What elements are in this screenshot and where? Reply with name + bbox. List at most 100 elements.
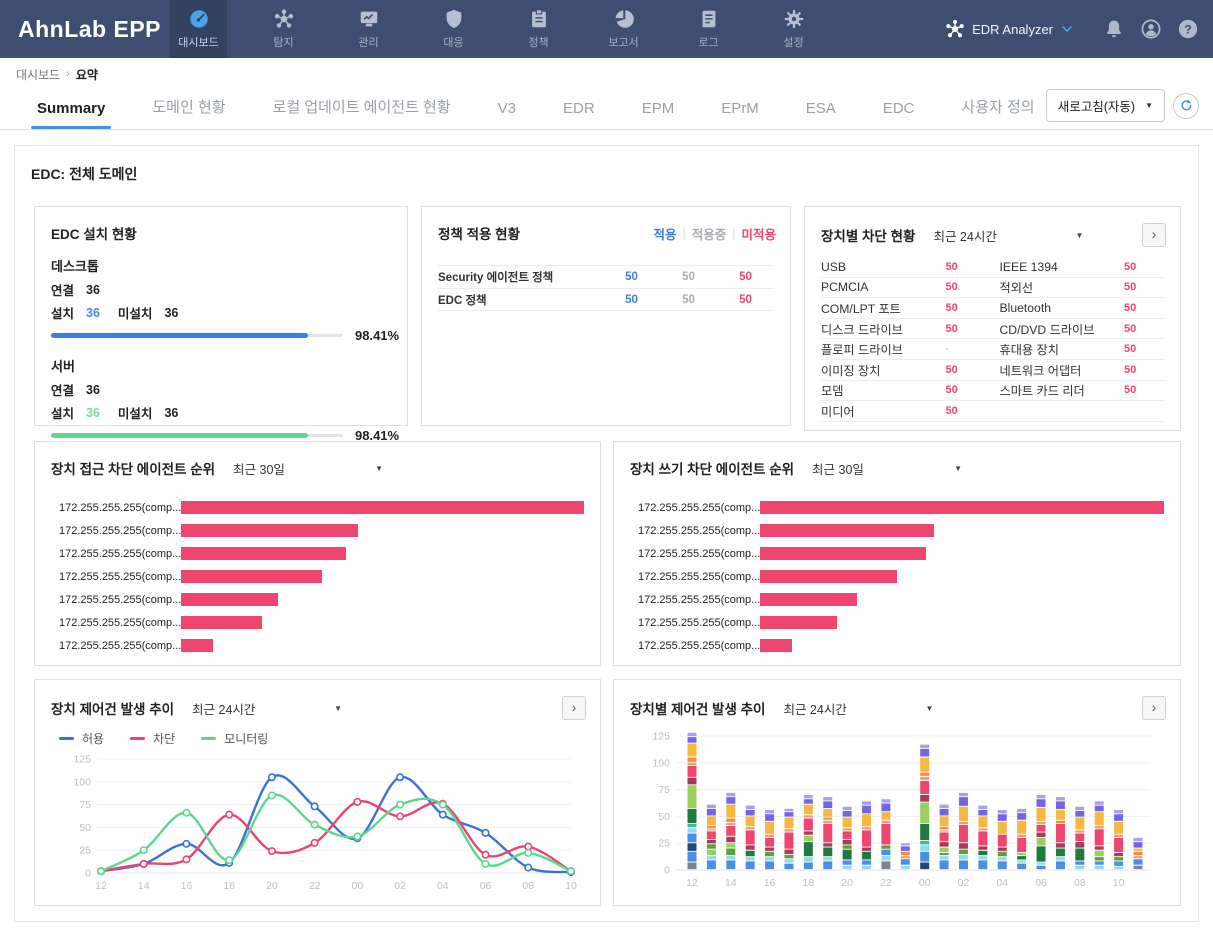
tab-edc[interactable]: EDC [883,100,915,129]
refresh-mode-dropdown[interactable]: 새로고침(자동) ▼ [1046,89,1165,122]
legend-item-허용[interactable]: 허용 [59,730,104,747]
svg-text:14: 14 [138,880,150,892]
tab-esa[interactable]: ESA [806,100,836,129]
caret-down-icon: ▼ [954,464,962,473]
rank-bar[interactable] [760,639,792,652]
policy-legend-0[interactable]: 적용 [653,224,676,243]
device-name: 네트워크 어댑터 [1000,361,1125,379]
agent-label: 172.255.255.255(comp...) [59,640,181,652]
user-profile-icon[interactable] [1140,18,1162,40]
device-block-count[interactable]: 50 [1124,323,1164,335]
breadcrumb-current: 요약 [76,66,98,83]
card-device-write-block-rank: 장치 쓰기 차단 에이전트 순위 최근 30일 ▼ 172.255.255.25… [613,441,1181,666]
device-block-count[interactable]: 50 [946,364,986,376]
nav-item-log-document[interactable]: 로그 [680,0,737,58]
policy-legend-1[interactable]: 적용중 [692,224,727,243]
nav-item-dashboard-gauge[interactable]: 대시보드 [170,0,227,58]
device-block-count[interactable]: 50 [1124,343,1164,355]
tab-v3[interactable]: V3 [498,100,516,129]
rank-bar[interactable] [181,501,584,514]
period-select[interactable]: 최근 24시간 ▼ [783,699,933,718]
rank-bar[interactable] [181,593,278,606]
svg-text:25: 25 [79,845,91,857]
rank-bar[interactable] [760,593,857,606]
device-block-count[interactable]: 50 [946,323,986,335]
card-detail-arrow-button[interactable]: › [562,696,586,720]
tab-summary[interactable]: Summary [37,100,105,129]
period-select[interactable]: 최근 24시간 ▼ [933,226,1083,245]
legend-item-차단[interactable]: 차단 [130,730,175,747]
nav-item-settings-gear[interactable]: 설정 [765,0,822,58]
device-block-count[interactable]: 50 [1124,302,1164,314]
nav-item-response-shield[interactable]: 대응 [425,0,482,58]
rank-bar[interactable] [181,524,358,537]
policy-value-not_applied[interactable]: 50 [717,271,774,283]
rank-bar[interactable] [760,524,934,537]
policy-value-applying[interactable]: 50 [660,271,717,283]
device-block-count[interactable]: 50 [946,281,986,293]
period-select[interactable]: 최근 30일 ▼ [812,459,962,478]
policy-value-applying[interactable]: 50 [660,294,717,306]
device-name: IEEE 1394 [1000,260,1125,274]
legend-swatch [130,737,145,740]
tab-edr[interactable]: EDR [563,100,595,129]
help-icon[interactable]: ? [1177,18,1199,40]
nav-item-detection-hub[interactable]: 탐지 [255,0,312,58]
management-monitor-icon [358,8,380,30]
chevron-down-icon [1060,22,1074,36]
device-block-count[interactable]: 50 [946,384,986,396]
card-detail-arrow-button[interactable]: › [1142,696,1166,720]
device-block-count[interactable]: 50 [1124,384,1164,396]
tab-도메인-현황[interactable]: 도메인 현황 [152,96,225,129]
rank-bar[interactable] [181,570,322,583]
device-block-count[interactable]: 50 [1124,364,1164,376]
card-title: 장치별 차단 현황 [821,225,915,245]
notification-bell-icon[interactable] [1103,18,1125,40]
policy-value-applied[interactable]: 50 [603,271,660,283]
rank-bar[interactable] [760,501,1164,514]
nav-item-policy-clipboard[interactable]: 정책 [510,0,567,58]
rank-bar[interactable] [760,547,926,560]
install-percent: 98.41% [355,328,399,343]
rank-bar[interactable] [760,616,837,629]
policy-row: EDC 정책505050 [438,288,774,311]
device-block-count[interactable]: 50 [1124,281,1164,293]
legend-item-모니터링[interactable]: 모니터링 [201,730,268,747]
rank-row: 172.255.255.255(comp...) [59,542,584,565]
rank-bar[interactable] [181,616,262,629]
policy-name: EDC 정책 [438,292,603,308]
device-block-count[interactable]: - [946,343,986,355]
device-name: 플로피 드라이브 [821,340,946,358]
nav-item-label: 보고서 [608,34,638,50]
policy-value-applied[interactable]: 50 [603,294,660,306]
nav-item-report-pie[interactable]: 보고서 [595,0,652,58]
breadcrumb-parent[interactable]: 대시보드 [16,66,60,83]
svg-text:125: 125 [73,754,91,766]
tab-사용자-정의[interactable]: 사용자 정의 [961,96,1034,129]
refresh-button[interactable] [1173,93,1199,119]
tab-eprm[interactable]: EPrM [721,100,759,129]
device-block-count[interactable]: 50 [1124,261,1164,273]
tab-로컬-업데이트-에이전트-현황[interactable]: 로컬 업데이트 에이전트 현황 [273,96,451,129]
device-block-count[interactable]: 50 [946,405,986,417]
rank-bar[interactable] [760,570,897,583]
stacked-bar-chart: 0255075100125121416182022000204060810 [622,728,1168,900]
period-select[interactable]: 최근 30일 ▼ [233,459,383,478]
card-detail-arrow-button[interactable]: › [1142,223,1166,247]
period-select[interactable]: 최근 24시간 ▼ [192,699,342,718]
policy-value-not_applied[interactable]: 50 [717,294,774,306]
device-name: 스마트 카드 리더 [1000,381,1125,399]
nav-item-management-monitor[interactable]: 관리 [340,0,397,58]
rank-bar[interactable] [181,639,213,652]
edr-analyzer-menu[interactable]: EDR Analyzer [945,19,1074,39]
agent-label: 172.255.255.255(comp...) [638,571,760,583]
rank-bar[interactable] [181,547,346,560]
agent-label: 172.255.255.255(comp...) [59,548,181,560]
device-block-count[interactable]: 50 [946,302,986,314]
svg-text:75: 75 [79,799,91,811]
agent-label: 172.255.255.255(comp...) [59,594,181,606]
caret-down-icon: ▼ [1145,101,1153,110]
device-block-count[interactable]: 50 [946,261,986,273]
tab-epm[interactable]: EPM [642,100,675,129]
policy-legend-2[interactable]: 미적용 [741,224,776,243]
